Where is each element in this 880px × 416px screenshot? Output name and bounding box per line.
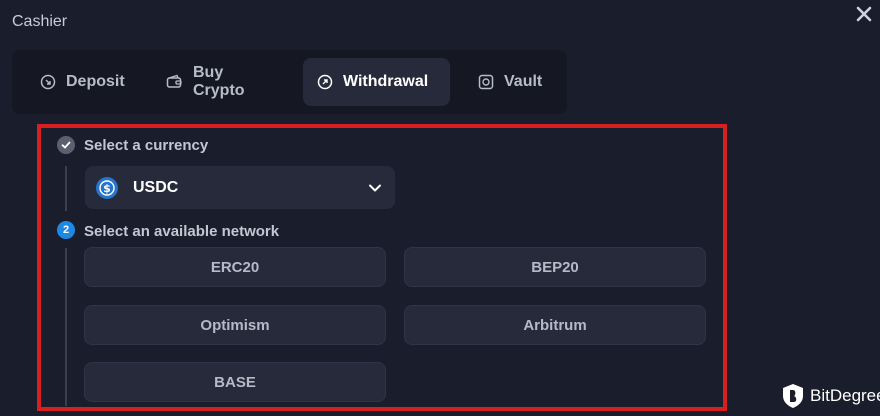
svg-text:$: $: [103, 182, 111, 195]
checkmark-icon: [61, 141, 71, 149]
tab-withdrawal[interactable]: Withdrawal: [303, 58, 450, 106]
deposit-icon: [40, 74, 56, 90]
bitdegree-watermark: BitDegree: [782, 383, 880, 409]
currency-select[interactable]: $ USDC: [85, 166, 395, 209]
brand-name: BitDegree: [810, 386, 880, 405]
network-bep20-button[interactable]: BEP20: [404, 247, 706, 287]
step-currency-label: Select a currency: [84, 137, 209, 154]
tab-deposit-label: Deposit: [66, 73, 125, 90]
step-connector: [65, 166, 67, 211]
tab-deposit[interactable]: Deposit: [26, 58, 148, 106]
chevron-down-icon: [369, 184, 381, 191]
wallet-icon: [166, 74, 182, 88]
network-base-button[interactable]: BASE: [84, 362, 386, 402]
network-erc20-button[interactable]: ERC20: [84, 247, 386, 287]
cashier-tabs: Deposit Buy Crypto Withdrawal Vault: [12, 50, 567, 114]
network-arbitrum-button[interactable]: Arbitrum: [404, 305, 706, 345]
cashier-title: Cashier: [12, 13, 68, 30]
step-complete-icon: [57, 136, 75, 154]
currency-value: USDC: [133, 178, 179, 196]
tab-vault[interactable]: Vault: [464, 58, 554, 106]
withdrawal-icon: [317, 74, 333, 90]
tab-vault-label: Vault: [504, 73, 543, 90]
tab-withdrawal-label: Withdrawal: [343, 73, 429, 90]
step-connector: [65, 248, 67, 406]
vault-icon: [478, 74, 494, 90]
usdc-icon: $: [96, 176, 118, 199]
tab-buy-crypto-label: Buy Crypto: [193, 64, 245, 99]
network-optimism-button[interactable]: Optimism: [84, 305, 386, 345]
close-icon[interactable]: [855, 5, 873, 23]
bitdegree-logo-icon: [783, 384, 803, 408]
step-network-label: Select an available network: [84, 223, 280, 240]
tab-buy-crypto[interactable]: Buy Crypto: [152, 58, 292, 106]
step-number-badge: 2: [57, 221, 75, 239]
